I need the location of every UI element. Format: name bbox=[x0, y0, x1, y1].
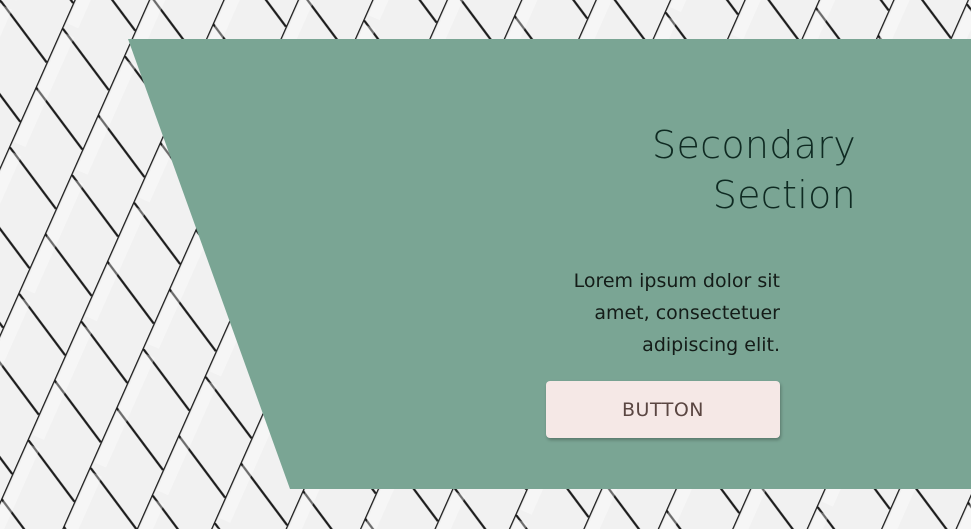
accent-panel bbox=[128, 39, 971, 489]
cta-button[interactable]: BUTTON bbox=[546, 381, 780, 438]
section-title: Secondary Section bbox=[652, 123, 856, 217]
section-body: Lorem ipsum dolor sit amet, consectetuer… bbox=[573, 270, 780, 356]
hero-section: Secondary Section Lorem ipsum dolor sit … bbox=[0, 0, 971, 529]
